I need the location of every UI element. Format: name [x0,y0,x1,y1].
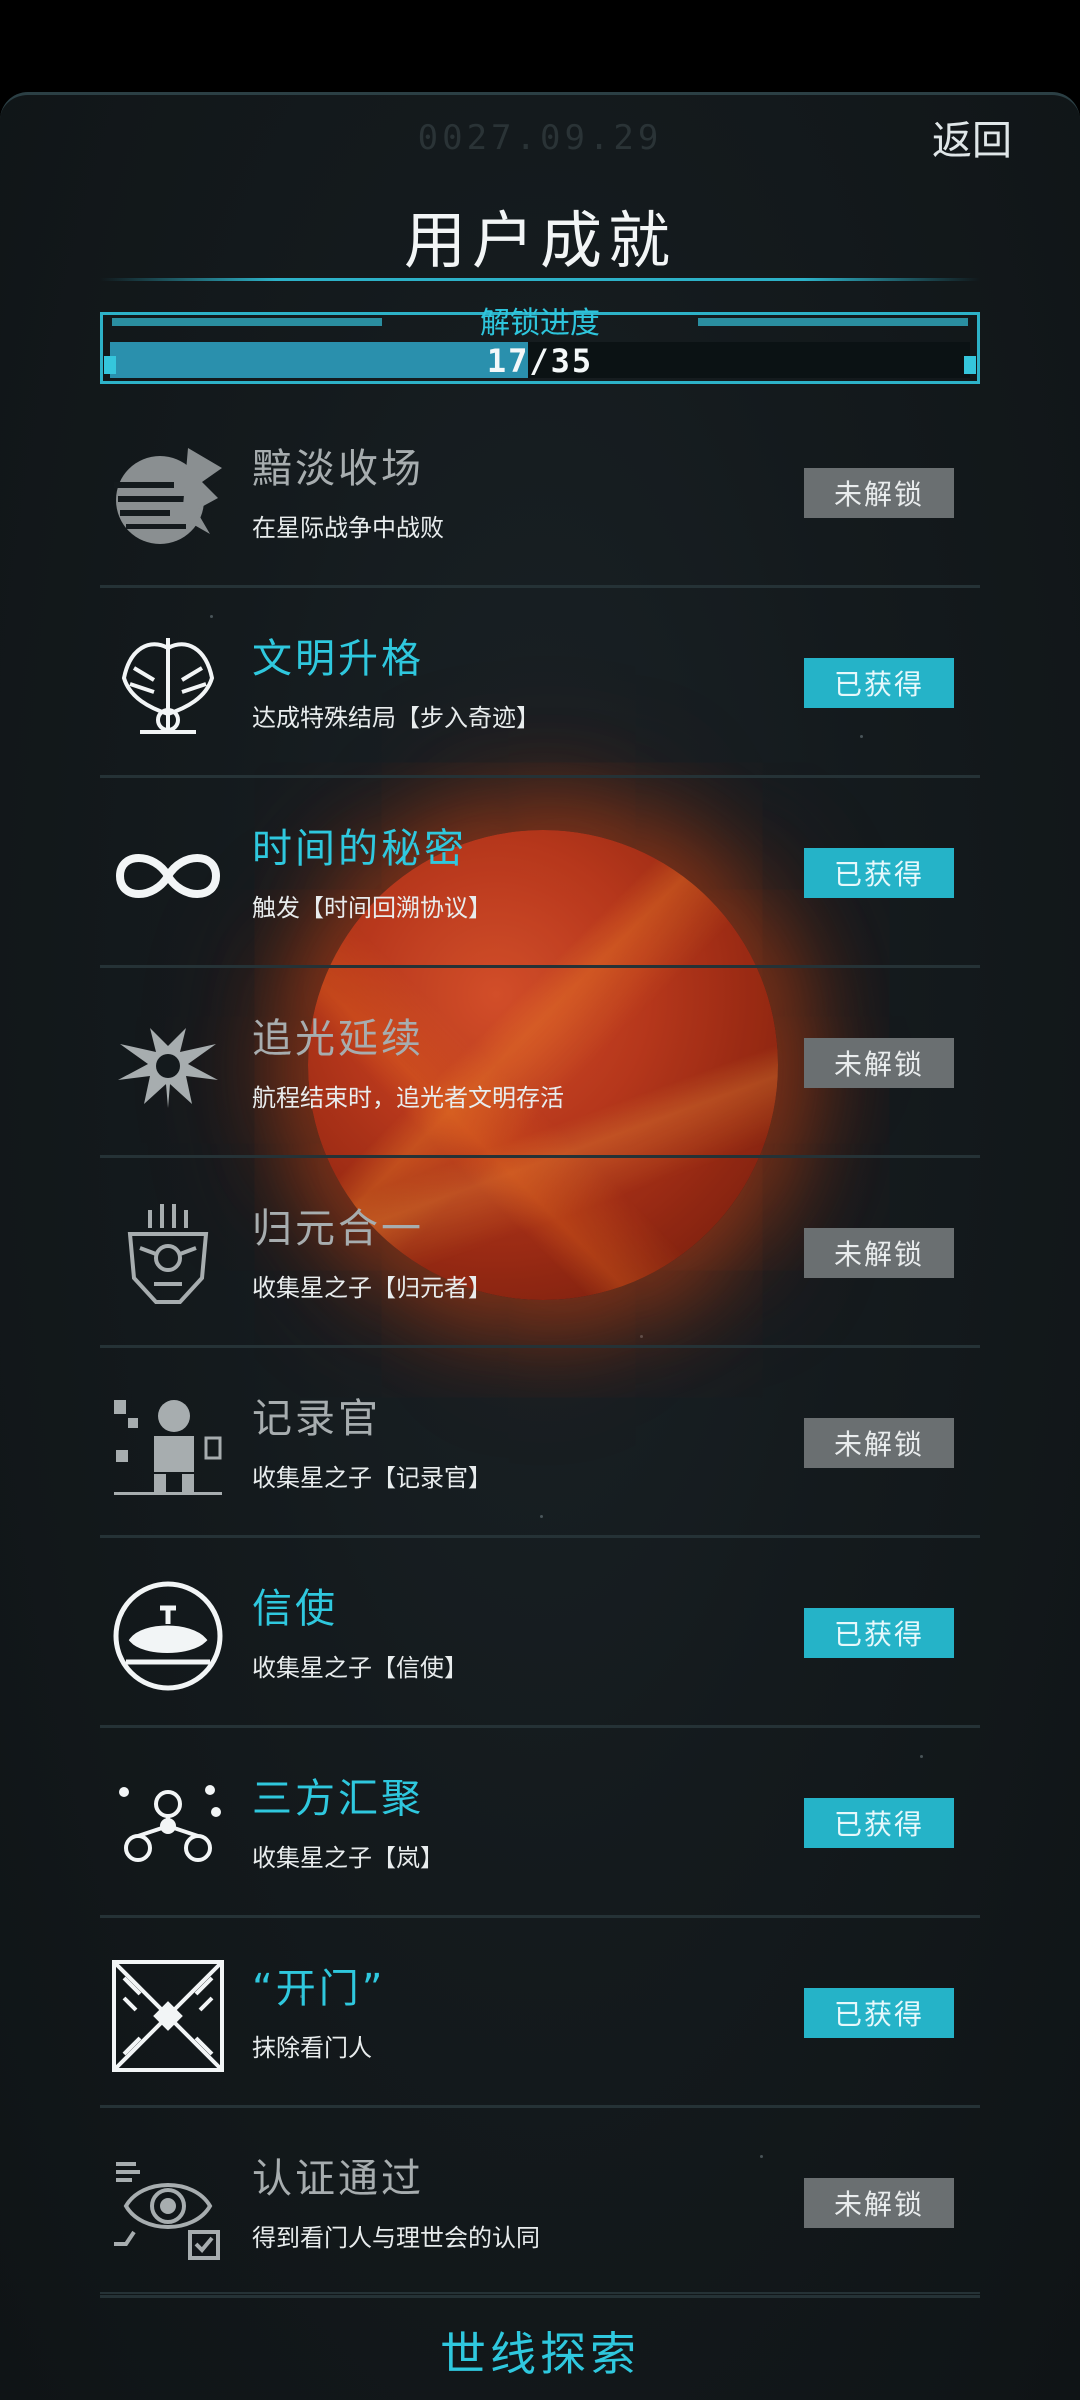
title-divider [100,278,980,281]
achievement-description: 达成特殊结局【步入奇迹】 [252,704,540,732]
achievement-status-badge: 已获得 [804,848,954,898]
achievement-name: 黯淡收场 [252,446,424,492]
ship-in-circle-icon [110,1578,226,1694]
achievement-name: 追光延续 [252,1016,424,1062]
eye-check-icon [110,2148,226,2264]
achievement-name: 信使 [252,1586,338,1632]
achievement-status-badge: 未解锁 [804,1418,954,1468]
achievement-description: 收集星之子【归元者】 [252,1274,492,1302]
achievement-name: 时间的秘密 [252,826,467,872]
radiant-star-icon [110,1008,226,1124]
achievement-status-badge: 未解锁 [804,1228,954,1278]
infinity-icon [110,818,226,934]
achievement-status-badge: 已获得 [804,1608,954,1658]
achievement-name: “开门” [252,1966,386,2012]
achievement-row[interactable]: 追光延续航程结束时，追光者文明存活 未解锁 [100,968,980,1158]
achievement-status-badge: 已获得 [804,658,954,708]
achievement-status-badge: 未解锁 [804,468,954,518]
achievement-row[interactable]: 信使收集星之子【信使】 已获得 [100,1538,980,1728]
achievement-description: 触发【时间回溯协议】 [252,894,492,922]
achievement-description: 航程结束时，追光者文明存活 [252,1084,564,1112]
achievement-status-badge: 已获得 [804,1988,954,2038]
achievement-name: 归元合一 [252,1206,424,1252]
achievement-description: 收集星之子【信使】 [252,1654,468,1682]
achievement-description: 抹除看门人 [252,2034,372,2062]
achievement-description: 在星际战争中战败 [252,514,444,542]
shattered-planet-icon [110,438,226,554]
achievement-row[interactable]: 归元合一收集星之子【归元者】 未解锁 [100,1158,980,1348]
screen: 0027.09.29 返回 用户成就 解锁进度 17/35 黯淡收场在星际战争中… [0,0,1080,2400]
achievement-row[interactable]: 三方汇聚收集星之子【岚】 已获得 [100,1728,980,1918]
world-line-explore-button[interactable]: 世线探索 [0,2318,1080,2384]
achievement-row[interactable]: 认证通过得到看门人与理世会的认同 未解锁 [100,2108,980,2298]
footer-divider [100,2292,980,2294]
achievement-status-badge: 未解锁 [804,1038,954,1088]
achievement-row[interactable]: 时间的秘密触发【时间回溯协议】 已获得 [100,778,980,968]
progress-label: 解锁进度 [480,306,600,341]
achievement-description: 收集星之子【岚】 [252,1844,444,1872]
achievement-description: 得到看门人与理世会的认同 [252,2224,540,2252]
achievement-name: 认证通过 [252,2156,424,2202]
achievement-row[interactable]: “开门” 抹除看门人 已获得 [100,1918,980,2108]
achievement-description: 收集星之子【记录官】 [252,1464,492,1492]
mask-icon [110,1198,226,1314]
gate-icon [110,1958,226,2074]
achievement-list: 黯淡收场 在星际战争中战败 未解锁 文明升格 达成特殊结局【步入奇迹】 已获得 时间的秘密触… [100,398,980,2298]
achievement-row[interactable]: 文明升格达成特殊结局【步入奇迹】 已获得 [100,588,980,778]
achievement-name: 文明升格 [252,636,424,682]
achievement-status-badge: 未解锁 [804,2178,954,2228]
achievement-name: 三方汇聚 [252,1776,424,1822]
achievement-row[interactable]: 记录官收集星之子【记录官】 未解锁 [100,1348,980,1538]
back-button[interactable]: 返回 [932,108,1012,166]
three-people-icon [110,1768,226,1884]
progress-count: 17/35 [486,342,594,380]
page-title: 用户成就 [403,204,676,277]
achievement-status-badge: 已获得 [804,1798,954,1848]
recorder-figure-icon [110,1388,226,1504]
achievement-row[interactable]: 黯淡收场在星际战争中战败 未解锁 [100,398,980,588]
date-readout: 0027.09.29 [417,118,663,158]
winged-emblem-icon [110,628,226,744]
achievement-name: 记录官 [252,1396,381,1442]
